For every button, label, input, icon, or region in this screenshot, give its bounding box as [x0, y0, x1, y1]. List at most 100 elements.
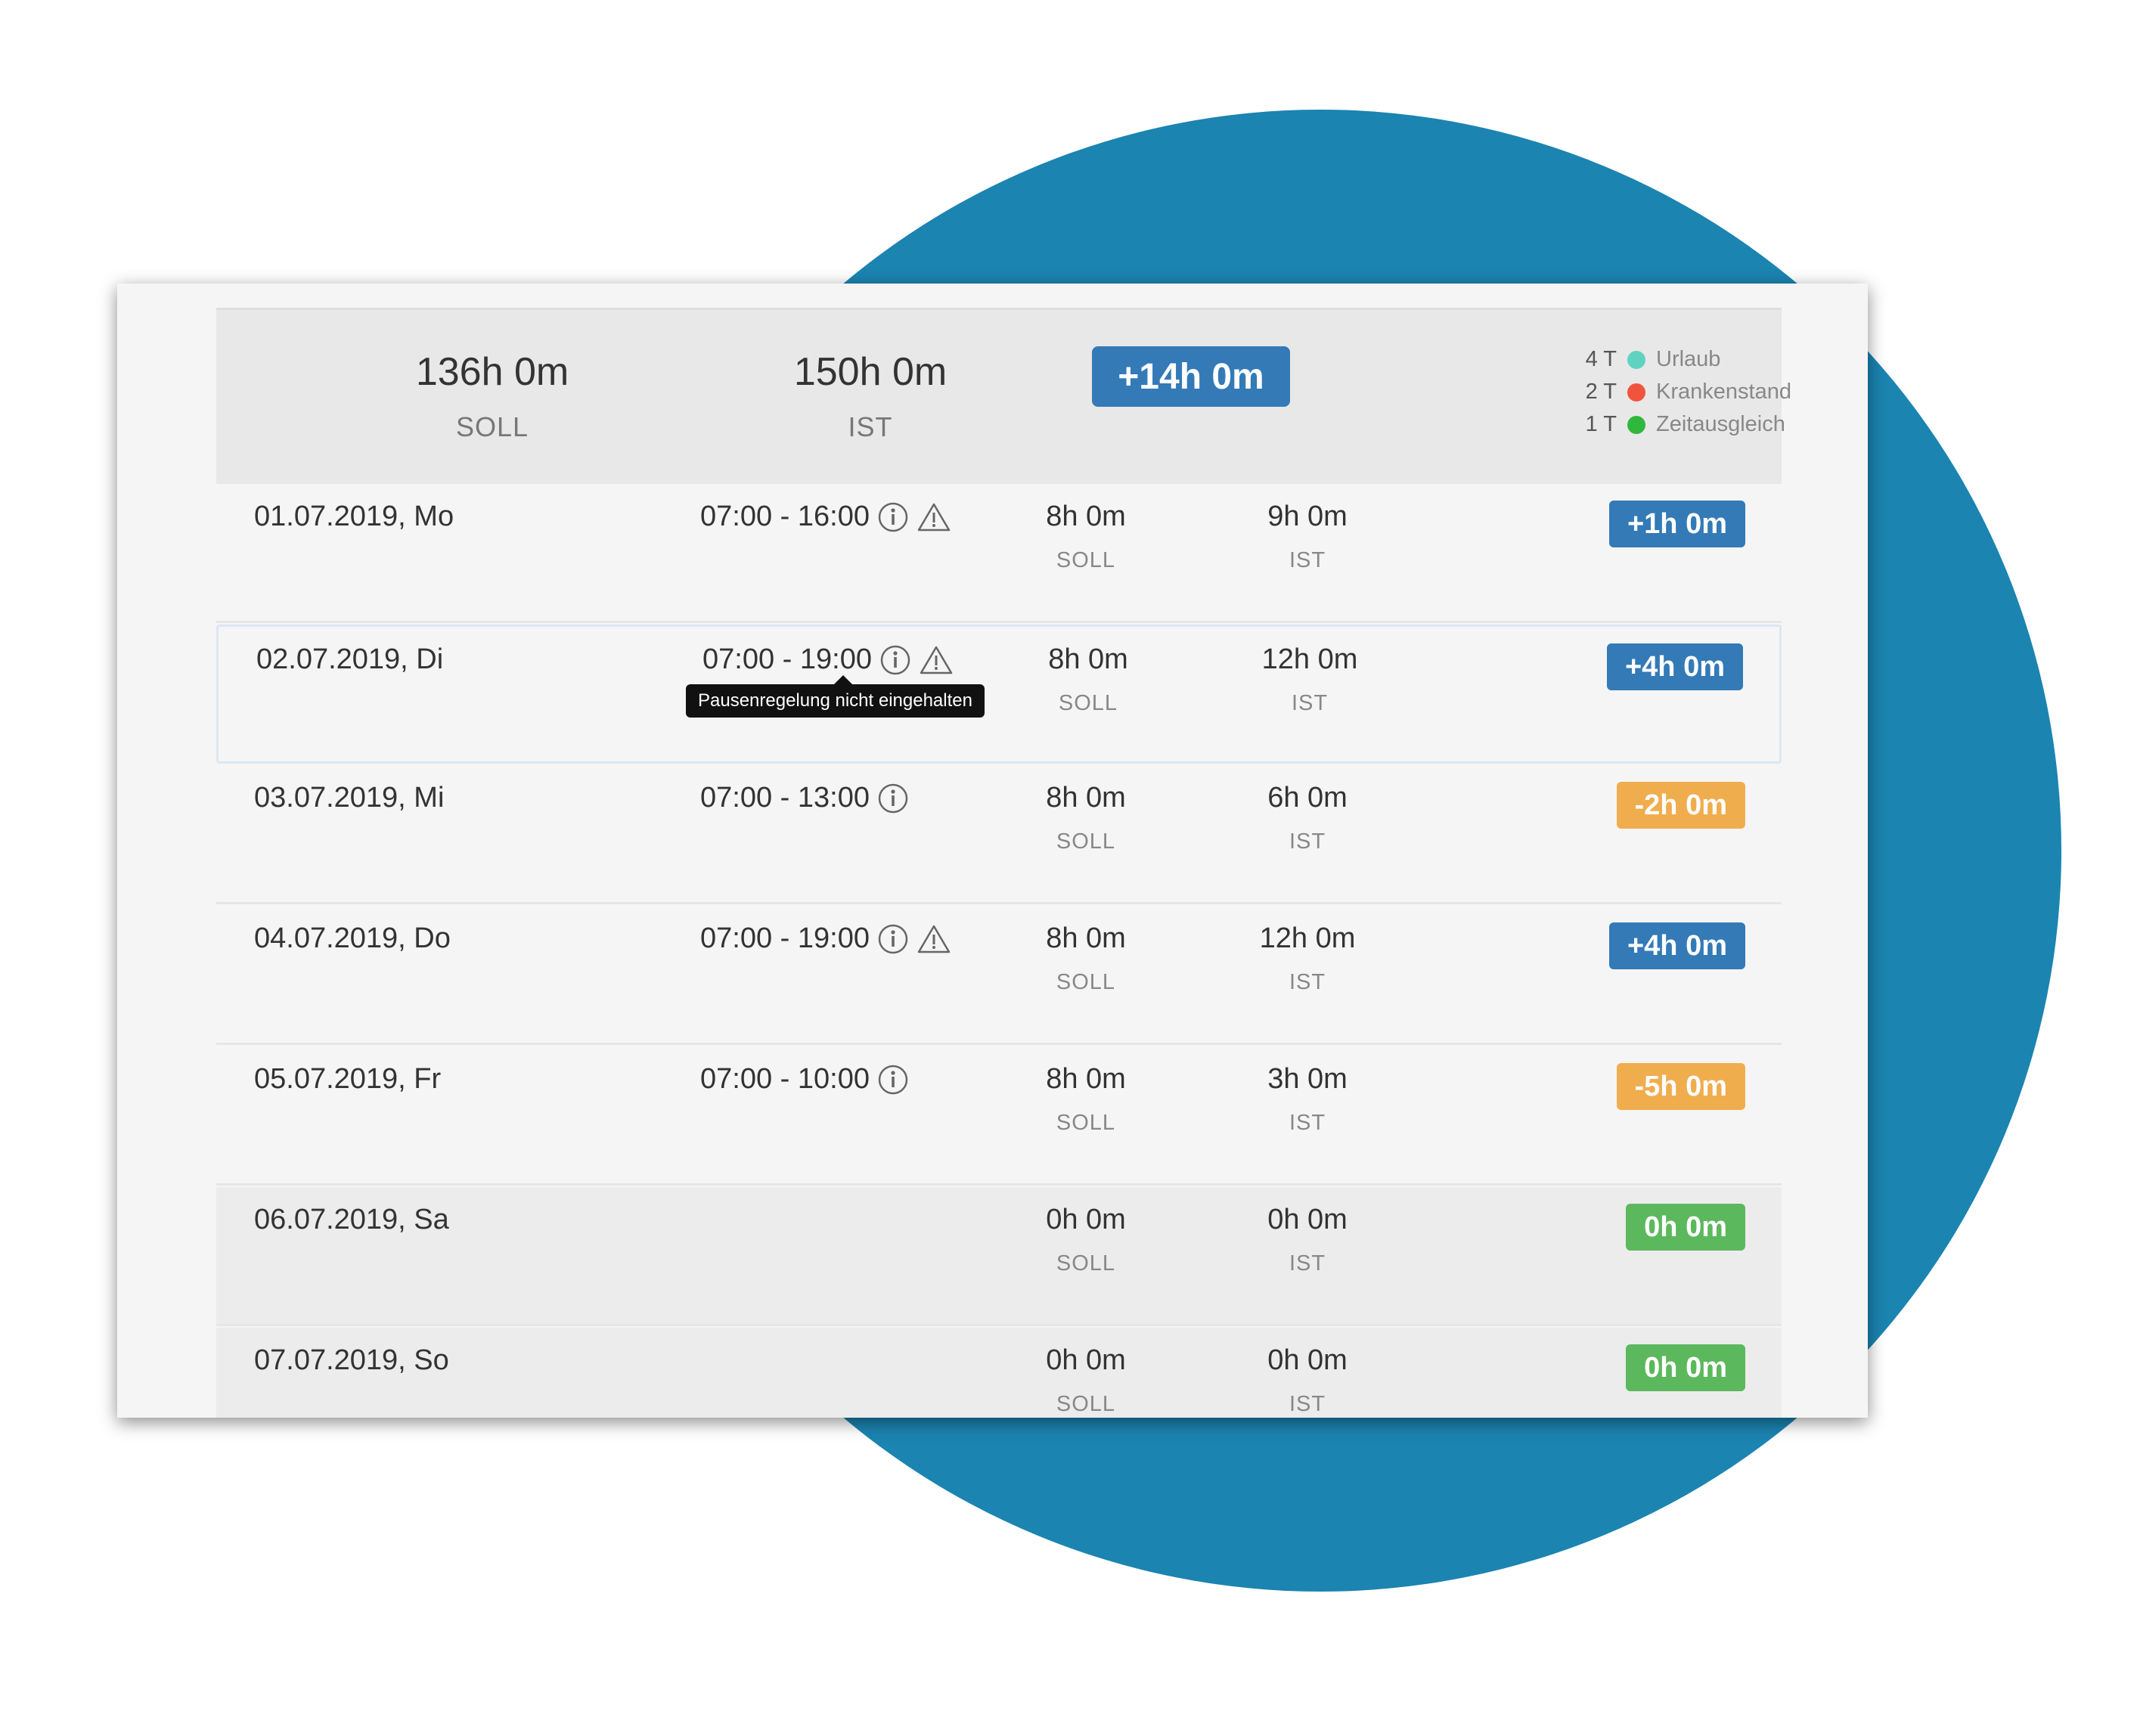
info-icon[interactable] — [879, 644, 911, 676]
day-row[interactable]: 02.07.2019, Di 07:00 - 19:00 8h 0m SOLL … — [216, 625, 1782, 764]
ist-label: IST — [1289, 1251, 1326, 1276]
ist-label: IST — [1289, 548, 1326, 572]
soll-cell: 8h 0m SOLL — [1003, 922, 1169, 995]
soll-value: 8h 0m — [1046, 782, 1126, 814]
ist-cell: 12h 0m IST — [1224, 922, 1391, 995]
soll-cell: 8h 0m SOLL — [1003, 501, 1169, 573]
time-range: 07:00 - 19:00 — [703, 643, 872, 675]
ist-value: 12h 0m — [1261, 643, 1358, 675]
soll-value: 0h 0m — [1046, 1344, 1126, 1376]
dot-icon — [1627, 415, 1645, 434]
day-date: 03.07.2019, Mi — [254, 782, 445, 814]
legend-item-urlaub: 4 T Urlaub — [1577, 343, 1791, 376]
ist-cell: 3h 0m IST — [1224, 1063, 1391, 1136]
info-icon[interactable] — [877, 923, 909, 955]
ist-value: 12h 0m — [1259, 922, 1356, 954]
soll-total-label: SOLL — [455, 411, 529, 442]
balance-badge: +14h 0m — [1092, 346, 1290, 407]
ist-cell: 9h 0m IST — [1224, 501, 1391, 573]
diff-badge: +4h 0m — [1608, 922, 1745, 969]
day-date: 02.07.2019, Di — [256, 643, 444, 675]
ist-cell: 0h 0m IST — [1224, 1204, 1391, 1276]
ist-value: 6h 0m — [1267, 782, 1348, 814]
work-time: 07:00 - 19:00 — [703, 643, 954, 676]
soll-cell: 0h 0m SOLL — [1003, 1204, 1169, 1276]
legend-count: 4 T — [1585, 347, 1617, 371]
ist-value: 9h 0m — [1267, 501, 1348, 532]
diff-badge: -2h 0m — [1616, 782, 1745, 829]
soll-cell: 8h 0m SOLL — [1005, 643, 1171, 716]
soll-label: SOLL — [1056, 829, 1116, 854]
soll-label: SOLL — [1056, 970, 1116, 994]
ist-total: 150h 0m IST — [719, 349, 1022, 443]
info-icon[interactable] — [877, 501, 909, 533]
day-date: 01.07.2019, Mo — [254, 501, 454, 532]
day-row[interactable]: 01.07.2019, Mo 07:00 - 16:00 8h 0m SOLL … — [216, 484, 1782, 623]
work-time: 07:00 - 19:00 — [700, 922, 951, 955]
soll-cell: 8h 0m SOLL — [1003, 782, 1169, 854]
legend-count: 2 T — [1585, 380, 1617, 404]
dot-icon — [1627, 350, 1645, 369]
ist-cell: 0h 0m IST — [1224, 1344, 1391, 1417]
day-date: 06.07.2019, Sa — [254, 1204, 449, 1235]
legend-item-krankenstand: 2 T Krankenstand — [1577, 376, 1791, 408]
soll-cell: 0h 0m SOLL — [1003, 1344, 1169, 1417]
ist-label: IST — [1289, 1392, 1326, 1416]
legend-item-zeitausgleich: 1 T Zeitausgleich — [1577, 408, 1791, 441]
warning-icon[interactable] — [917, 501, 951, 533]
time-range: 07:00 - 10:00 — [700, 1063, 870, 1095]
day-row[interactable]: 03.07.2019, Mi 07:00 - 13:00 8h 0m SOLL … — [216, 765, 1782, 904]
work-time: 07:00 - 16:00 — [700, 501, 951, 533]
soll-value: 8h 0m — [1046, 501, 1126, 532]
soll-total: 136h 0m SOLL — [341, 349, 644, 443]
warning-icon[interactable] — [919, 644, 954, 676]
soll-total-value: 136h 0m — [415, 350, 569, 394]
legend-label: Zeitausgleich — [1656, 412, 1785, 436]
diff-badge: 0h 0m — [1626, 1344, 1745, 1391]
soll-value: 8h 0m — [1048, 643, 1128, 675]
legend-label: Urlaub — [1656, 347, 1721, 371]
day-row[interactable]: 06.07.2019, Sa 0h 0m SOLL 0h 0m IST 0h 0… — [216, 1187, 1782, 1326]
soll-value: 8h 0m — [1046, 1063, 1126, 1095]
ist-label: IST — [1289, 1111, 1326, 1135]
ist-value: 0h 0m — [1267, 1344, 1348, 1376]
warning-icon[interactable] — [917, 923, 951, 955]
legend-count: 1 T — [1585, 412, 1617, 436]
warning-tooltip: Pausenregelung nicht eingehalten — [686, 675, 985, 718]
day-row[interactable]: 04.07.2019, Do 07:00 - 19:00 8h 0m SOLL … — [216, 906, 1782, 1045]
soll-value: 0h 0m — [1046, 1204, 1126, 1235]
diff-badge: +4h 0m — [1606, 643, 1743, 690]
work-time: 07:00 - 10:00 — [700, 1063, 909, 1096]
diff-badge: -5h 0m — [1616, 1063, 1745, 1110]
soll-value: 8h 0m — [1046, 922, 1126, 954]
ist-label: IST — [1289, 829, 1326, 854]
info-icon[interactable] — [877, 1064, 909, 1096]
day-row[interactable]: 05.07.2019, Fr 07:00 - 10:00 8h 0m SOLL … — [216, 1046, 1782, 1186]
diff-badge: 0h 0m — [1626, 1204, 1745, 1251]
ist-label: IST — [1289, 970, 1326, 994]
work-time: 07:00 - 13:00 — [700, 782, 909, 814]
day-row[interactable]: 07.07.2019, So 0h 0m SOLL 0h 0m IST 0h 0… — [216, 1328, 1782, 1418]
soll-label: SOLL — [1056, 1111, 1116, 1135]
summary-bar: 136h 0m SOLL 150h 0m IST +14h 0m 4 T Url… — [216, 308, 1791, 486]
soll-label: SOLL — [1056, 1251, 1116, 1276]
dot-icon — [1627, 383, 1645, 401]
day-date: 05.07.2019, Fr — [254, 1063, 442, 1095]
diff-badge: +1h 0m — [1608, 501, 1745, 547]
soll-label: SOLL — [1058, 691, 1118, 715]
legend-label: Krankenstand — [1656, 380, 1791, 404]
time-range: 07:00 - 16:00 — [700, 501, 870, 532]
ist-total-value: 150h 0m — [793, 350, 948, 394]
time-tracking-panel: 136h 0m SOLL 150h 0m IST +14h 0m 4 T Url… — [117, 284, 1868, 1418]
day-date: 07.07.2019, So — [254, 1344, 449, 1376]
soll-cell: 8h 0m SOLL — [1003, 1063, 1169, 1136]
ist-value: 0h 0m — [1267, 1204, 1348, 1235]
day-date: 04.07.2019, Do — [254, 922, 451, 954]
ist-cell: 12h 0m IST — [1227, 643, 1393, 716]
info-icon[interactable] — [877, 783, 909, 814]
soll-label: SOLL — [1056, 1392, 1116, 1416]
ist-cell: 6h 0m IST — [1224, 782, 1391, 854]
time-range: 07:00 - 19:00 — [700, 922, 870, 954]
time-range: 07:00 - 13:00 — [700, 782, 870, 814]
ist-total-label: IST — [848, 411, 893, 442]
